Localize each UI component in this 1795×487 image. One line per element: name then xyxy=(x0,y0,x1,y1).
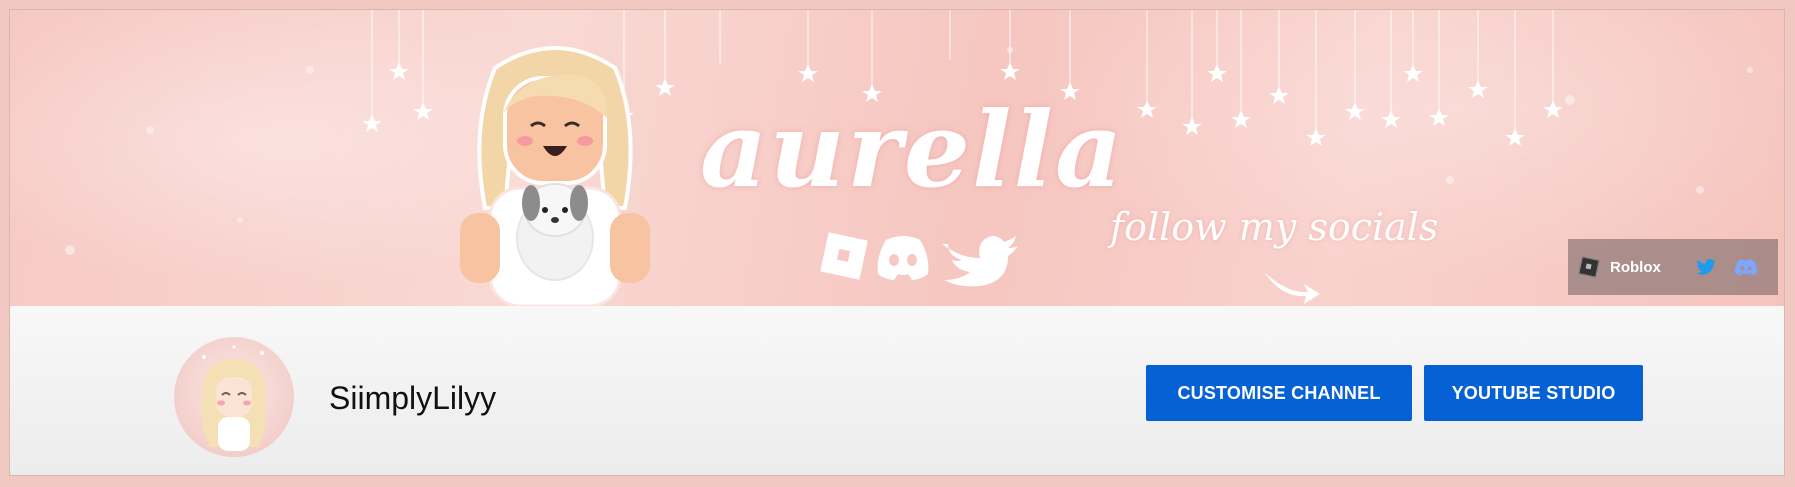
roblox-icon xyxy=(820,232,868,280)
discord-icon xyxy=(1734,258,1757,276)
banner-character-illustration xyxy=(460,46,650,306)
channel-page-frame: aurella follow my socials Roblox Siimply… xyxy=(9,9,1785,476)
arrow-icon xyxy=(1264,272,1320,304)
banner-title: aurella xyxy=(700,88,1125,211)
link-discord[interactable] xyxy=(1726,258,1766,276)
link-roblox[interactable]: Roblox xyxy=(1578,256,1685,278)
customise-channel-button[interactable]: CUSTOMISE CHANNEL xyxy=(1146,365,1412,421)
link-roblox-label: Roblox xyxy=(1610,258,1661,276)
channel-banner: aurella follow my socials Roblox xyxy=(10,10,1784,306)
link-twitter[interactable] xyxy=(1685,259,1725,275)
channel-links-bar: Roblox xyxy=(1568,239,1778,295)
twitter-icon xyxy=(942,236,1018,287)
channel-avatar[interactable] xyxy=(174,337,294,457)
banner-subtitle: follow my socials xyxy=(1110,205,1439,249)
channel-header: SiimplyLilyy CUSTOMISE CHANNEL YOUTUBE S… xyxy=(10,306,1784,475)
channel-name: SiimplyLilyy xyxy=(329,380,497,416)
youtube-studio-button[interactable]: YOUTUBE STUDIO xyxy=(1424,365,1643,421)
roblox-icon xyxy=(1578,256,1600,278)
twitter-icon xyxy=(1695,259,1716,275)
avatar-illustration xyxy=(201,345,267,451)
discord-icon xyxy=(877,236,929,280)
banner-social-icons xyxy=(820,232,1018,287)
